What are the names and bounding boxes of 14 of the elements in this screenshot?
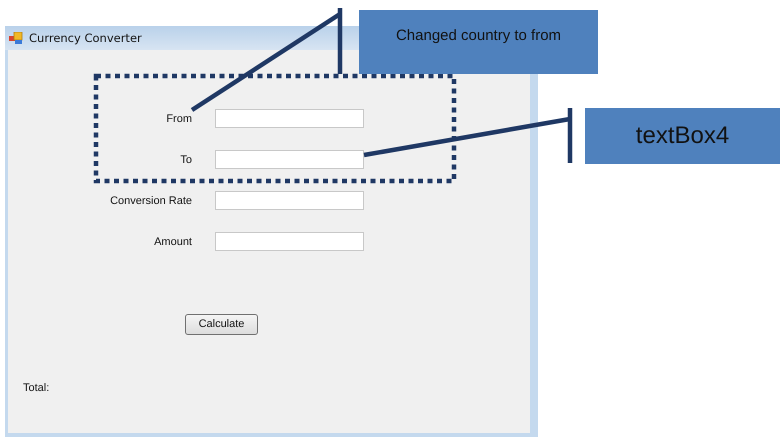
text-field[interactable]: [215, 232, 364, 251]
window-title: Currency Converter: [29, 31, 142, 45]
calculate-button[interactable]: Calculate: [185, 314, 258, 334]
field-label: Amount: [154, 236, 192, 248]
total-label: Total:: [23, 382, 50, 394]
callout-note: Changed country to from: [359, 10, 598, 74]
field-label: To: [180, 154, 192, 166]
text-field[interactable]: [215, 109, 364, 128]
text-field[interactable]: [215, 191, 364, 210]
field-label: From: [166, 112, 192, 124]
field-label: Conversion Rate: [110, 194, 192, 206]
text-field[interactable]: [215, 150, 364, 169]
app-icon: [9, 32, 23, 44]
callout-note: textBox4: [585, 108, 780, 164]
